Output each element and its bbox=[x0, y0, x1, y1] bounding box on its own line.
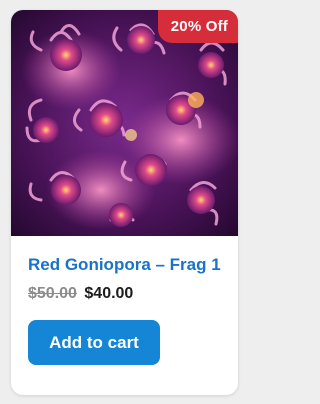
original-price: $50.00 bbox=[28, 285, 77, 302]
product-image-link[interactable] bbox=[11, 10, 238, 236]
product-title-link[interactable]: Red Goniopora – Frag 1 bbox=[28, 255, 221, 275]
product-image bbox=[11, 10, 238, 236]
product-card: 20% Off Red Goniopora – Frag 1 $50.00 $4… bbox=[11, 10, 238, 395]
sale-price: $40.00 bbox=[84, 285, 134, 302]
add-to-cart-button[interactable]: Add to cart bbox=[28, 320, 160, 365]
discount-badge: 20% Off bbox=[157, 10, 238, 43]
price-row: $50.00 $40.00 bbox=[28, 285, 133, 303]
